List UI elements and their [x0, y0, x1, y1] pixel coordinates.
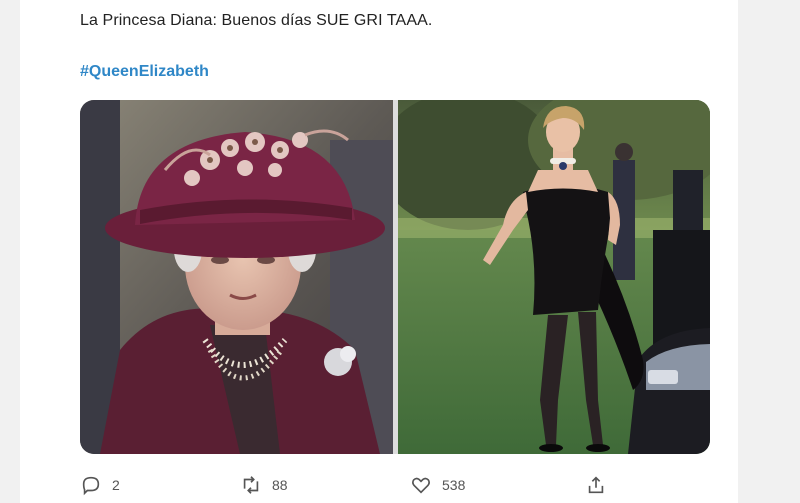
tweet-text: La Princesa Diana: Buenos días SUE GRI T… — [80, 12, 433, 29]
hashtag-link[interactable]: #QueenElizabeth — [80, 63, 209, 81]
retweet-count: 88 — [272, 477, 288, 493]
reply-count: 2 — [112, 477, 120, 493]
photo-princess-diana[interactable] — [398, 100, 710, 454]
retweet-button[interactable]: 88 — [240, 470, 288, 500]
reply-button[interactable]: 2 — [80, 470, 120, 500]
diana-photo-image — [398, 100, 710, 454]
tweet-actions: 2 88 538 — [80, 470, 700, 500]
like-button[interactable]: 538 — [410, 470, 465, 500]
photo-queen-elizabeth[interactable] — [80, 100, 393, 454]
retweet-icon — [243, 476, 259, 494]
tweet-card: La Princesa Diana: Buenos días SUE GRI T… — [20, 0, 738, 503]
media-grid[interactable] — [80, 100, 710, 454]
share-button[interactable] — [585, 470, 607, 500]
reply-icon — [82, 476, 100, 496]
like-icon — [412, 477, 430, 494]
queen-photo-image — [80, 100, 393, 454]
like-count: 538 — [442, 477, 466, 493]
share-icon — [588, 476, 604, 494]
